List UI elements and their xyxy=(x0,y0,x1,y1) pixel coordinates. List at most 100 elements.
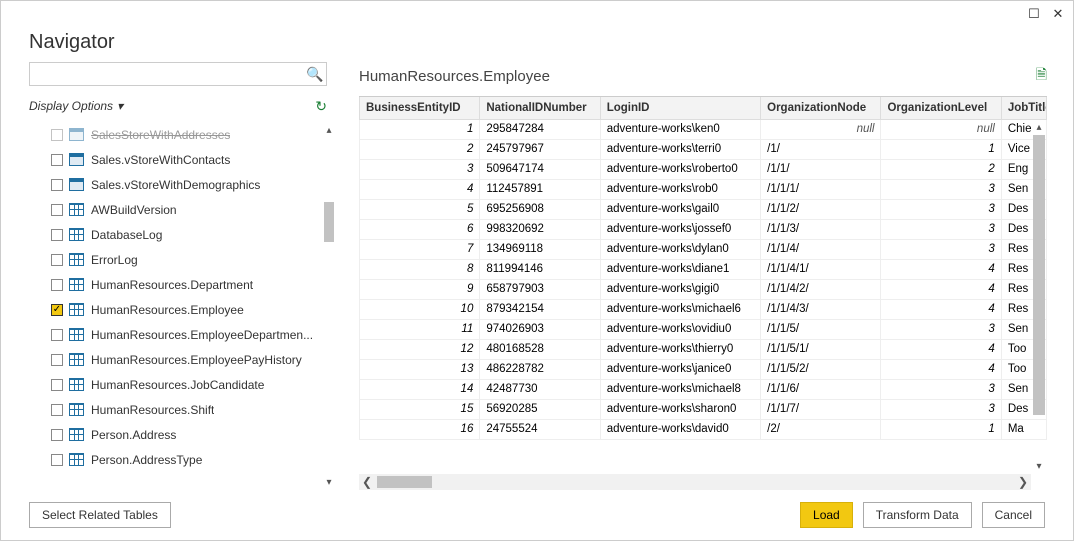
checkbox[interactable] xyxy=(51,129,63,141)
scroll-up-icon[interactable]: ▴ xyxy=(1031,119,1047,135)
column-header[interactable]: OrganizationNode xyxy=(761,97,881,119)
load-button[interactable]: Load xyxy=(800,502,853,528)
checkbox[interactable] xyxy=(51,404,63,416)
table-row[interactable]: 8811994146adventure-works\diane1/1/1/4/1… xyxy=(360,259,1047,279)
tree-item[interactable]: Sales.vStoreWithContacts xyxy=(29,147,337,172)
maximize-button[interactable]: ☐ xyxy=(1023,3,1045,25)
checkbox[interactable] xyxy=(51,179,63,191)
checkbox[interactable] xyxy=(51,329,63,341)
checkbox[interactable] xyxy=(51,379,63,391)
checkbox[interactable] xyxy=(51,154,63,166)
preview-action-icon[interactable]: 🗎 xyxy=(1036,64,1047,88)
tree-item[interactable]: Person.Address xyxy=(29,422,337,447)
tree-scrollbar[interactable]: ▴ ▾ xyxy=(321,122,337,490)
scroll-down-icon[interactable]: ▾ xyxy=(1031,458,1047,474)
tree-item[interactable]: DatabaseLog xyxy=(29,222,337,247)
table-row[interactable]: 4112457891adventure-works\rob0/1/1/1/3Se… xyxy=(360,179,1047,199)
checkbox[interactable] xyxy=(51,204,63,216)
table-row[interactable]: 1295847284adventure-works\ken0nullnullCh… xyxy=(360,119,1047,139)
scroll-down-icon[interactable]: ▾ xyxy=(321,474,337,490)
grid-hscrollbar[interactable]: ❮ ❯ xyxy=(359,474,1031,490)
table-row[interactable]: 5695256908adventure-works\gail0/1/1/2/3D… xyxy=(360,199,1047,219)
table-cell: 9 xyxy=(360,279,480,299)
select-related-tables-button[interactable]: Select Related Tables xyxy=(29,502,171,528)
refresh-icon[interactable]: ↻ xyxy=(315,98,327,115)
table-cell: adventure-works\ovidiu0 xyxy=(600,319,760,339)
scroll-thumb[interactable] xyxy=(1033,135,1045,415)
tree-item[interactable]: HumanResources.EmployeeDepartmen... xyxy=(29,322,337,347)
table-cell: /1/1/4/ xyxy=(761,239,881,259)
table-icon xyxy=(69,278,85,292)
display-options-dropdown[interactable]: Display Options ▾ xyxy=(29,99,123,113)
table-cell: 10 xyxy=(360,299,480,319)
table-cell: 1 xyxy=(881,419,1001,439)
tree-item[interactable]: SalesStoreWithAddresses xyxy=(29,122,337,147)
table-cell: 295847284 xyxy=(480,119,600,139)
search-input[interactable] xyxy=(30,63,304,85)
table-row[interactable]: 1624755524adventure-works\david0/2/1Ma xyxy=(360,419,1047,439)
scroll-left-icon[interactable]: ❮ xyxy=(359,475,375,489)
tree-item-label: HumanResources.EmployeePayHistory xyxy=(91,353,302,367)
search-box[interactable]: 🔍 xyxy=(29,62,327,86)
table-row[interactable]: 12480168528adventure-works\thierry0/1/1/… xyxy=(360,339,1047,359)
tree-item-label: Sales.vStoreWithDemographics xyxy=(91,178,260,192)
table-row[interactable]: 6998320692adventure-works\jossef0/1/1/3/… xyxy=(360,219,1047,239)
column-header[interactable]: OrganizationLevel xyxy=(881,97,1001,119)
scroll-right-icon[interactable]: ❯ xyxy=(1015,475,1031,489)
checkbox[interactable] xyxy=(51,279,63,291)
tree-item[interactable]: ErrorLog xyxy=(29,247,337,272)
tree-item[interactable]: HumanResources.Department xyxy=(29,272,337,297)
table-cell: 12 xyxy=(360,339,480,359)
table-cell: null xyxy=(881,119,1001,139)
tree-item[interactable]: Person.AddressType xyxy=(29,447,337,472)
checkbox[interactable] xyxy=(51,354,63,366)
data-grid[interactable]: BusinessEntityIDNationalIDNumberLoginIDO… xyxy=(359,97,1047,440)
tree-item[interactable]: ✓HumanResources.Employee xyxy=(29,297,337,322)
table-cell: 879342154 xyxy=(480,299,600,319)
checkbox[interactable] xyxy=(51,429,63,441)
table-row[interactable]: 9658797903adventure-works\gigi0/1/1/4/2/… xyxy=(360,279,1047,299)
column-header[interactable]: LoginID xyxy=(600,97,760,119)
checkbox[interactable] xyxy=(51,454,63,466)
search-icon[interactable]: 🔍 xyxy=(304,66,326,83)
transform-data-button[interactable]: Transform Data xyxy=(863,502,972,528)
checkbox[interactable] xyxy=(51,229,63,241)
scroll-up-icon[interactable]: ▴ xyxy=(321,122,337,138)
table-cell: 42487730 xyxy=(480,379,600,399)
cancel-button[interactable]: Cancel xyxy=(982,502,1045,528)
table-cell: 24755524 xyxy=(480,419,600,439)
grid-vscrollbar[interactable]: ▴ ▾ xyxy=(1031,119,1047,474)
table-cell: /1/1/ xyxy=(761,159,881,179)
column-header[interactable]: NationalIDNumber xyxy=(480,97,600,119)
checkbox[interactable]: ✓ xyxy=(51,304,63,316)
table-cell: /1/1/5/2/ xyxy=(761,359,881,379)
table-cell: /1/1/5/ xyxy=(761,319,881,339)
column-header[interactable]: BusinessEntityID xyxy=(360,97,480,119)
table-cell: /1/1/1/ xyxy=(761,179,881,199)
table-cell: /1/1/5/1/ xyxy=(761,339,881,359)
tree-item[interactable]: HumanResources.Shift xyxy=(29,397,337,422)
table-cell: 2 xyxy=(360,139,480,159)
table-row[interactable]: 2245797967adventure-works\terri0/1/1Vice xyxy=(360,139,1047,159)
table-row[interactable]: 11974026903adventure-works\ovidiu0/1/1/5… xyxy=(360,319,1047,339)
table-cell: 134969118 xyxy=(480,239,600,259)
view-icon xyxy=(69,128,85,142)
close-button[interactable]: ✕ xyxy=(1047,3,1069,25)
scroll-thumb[interactable] xyxy=(324,202,334,242)
column-header[interactable]: JobTitle xyxy=(1001,97,1046,119)
checkbox[interactable] xyxy=(51,254,63,266)
table-row[interactable]: 1556920285adventure-works\sharon0/1/1/7/… xyxy=(360,399,1047,419)
table-row[interactable]: 1442487730adventure-works\michael8/1/1/6… xyxy=(360,379,1047,399)
table-row[interactable]: 3509647174adventure-works\roberto0/1/1/2… xyxy=(360,159,1047,179)
table-row[interactable]: 10879342154adventure-works\michael6/1/1/… xyxy=(360,299,1047,319)
tree-item[interactable]: HumanResources.EmployeePayHistory xyxy=(29,347,337,372)
navigator-tree[interactable]: SalesStoreWithAddressesSales.vStoreWithC… xyxy=(29,122,337,490)
table-cell: 4 xyxy=(881,339,1001,359)
tree-item-label: HumanResources.JobCandidate xyxy=(91,378,264,392)
tree-item[interactable]: AWBuildVersion xyxy=(29,197,337,222)
tree-item[interactable]: Sales.vStoreWithDemographics xyxy=(29,172,337,197)
tree-item[interactable]: HumanResources.JobCandidate xyxy=(29,372,337,397)
table-row[interactable]: 13486228782adventure-works\janice0/1/1/5… xyxy=(360,359,1047,379)
table-row[interactable]: 7134969118adventure-works\dylan0/1/1/4/3… xyxy=(360,239,1047,259)
scroll-thumb[interactable] xyxy=(377,476,432,488)
